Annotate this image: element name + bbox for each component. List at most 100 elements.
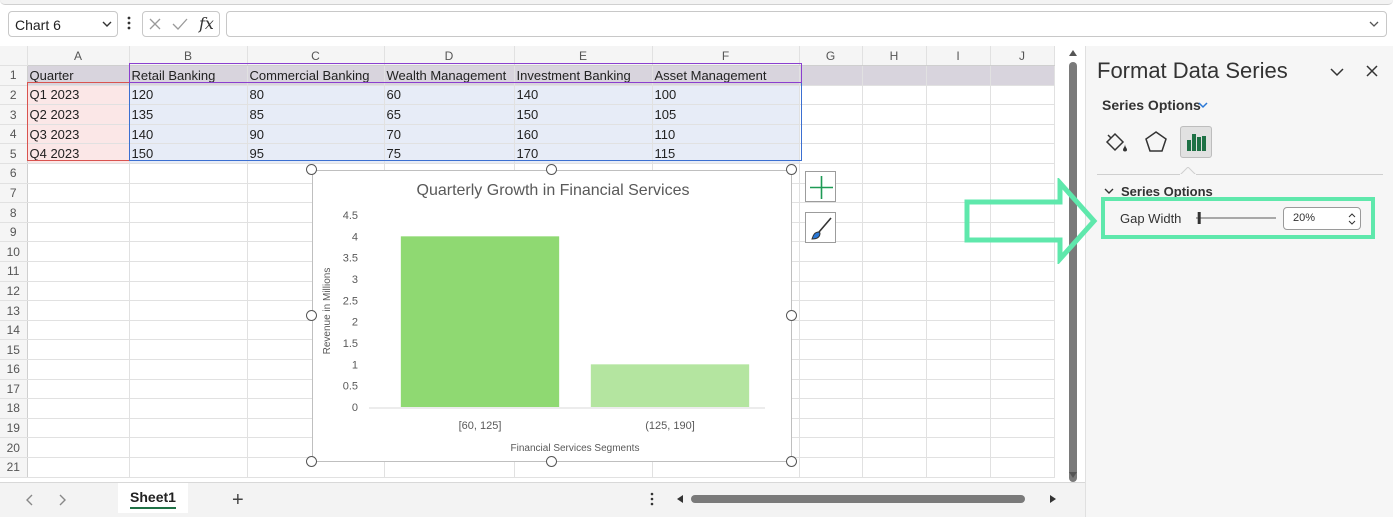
horizontal-scroll-thumb[interactable]: [691, 495, 1025, 503]
cell[interactable]: [926, 85, 991, 106]
cell[interactable]: Q2 2023: [27, 104, 130, 125]
cell[interactable]: [27, 281, 130, 302]
row-header[interactable]: 16: [0, 359, 28, 380]
column-header[interactable]: F: [652, 46, 800, 67]
cell[interactable]: [990, 339, 1055, 360]
row-header[interactable]: 19: [0, 418, 28, 439]
cell[interactable]: [129, 222, 248, 243]
cell[interactable]: [862, 222, 927, 243]
row-header[interactable]: 2: [0, 85, 28, 106]
chart-elements-button[interactable]: [805, 171, 836, 202]
resize-handle[interactable]: [306, 310, 317, 321]
chevron-down-icon[interactable]: [1329, 66, 1345, 78]
cell[interactable]: Asset Management: [652, 65, 800, 86]
more-options-icon[interactable]: [124, 15, 134, 31]
row-header[interactable]: 5: [0, 143, 28, 165]
cell[interactable]: [27, 222, 130, 243]
sheet-tab-sheet1[interactable]: Sheet1: [118, 483, 188, 513]
scroll-down-icon[interactable]: [1068, 471, 1078, 479]
cell[interactable]: [990, 300, 1055, 321]
cell[interactable]: [27, 183, 130, 204]
cell[interactable]: 140: [514, 85, 653, 106]
cell[interactable]: [926, 261, 991, 282]
cell[interactable]: [990, 85, 1055, 106]
series-options-dropdown[interactable]: Series Options: [1102, 97, 1201, 113]
section-collapse-icon[interactable]: [1104, 186, 1114, 196]
row-header[interactable]: 20: [0, 437, 28, 458]
row-header[interactable]: 17: [0, 379, 28, 400]
cell[interactable]: [926, 104, 991, 125]
resize-handle[interactable]: [306, 456, 317, 467]
cell[interactable]: [799, 65, 863, 86]
column-header[interactable]: B: [129, 46, 248, 67]
insert-function-button[interactable]: fx: [199, 14, 214, 33]
cell[interactable]: [27, 379, 130, 400]
cell[interactable]: 170: [514, 143, 653, 165]
next-sheet-icon[interactable]: [58, 493, 68, 507]
cell[interactable]: [862, 183, 927, 204]
column-header[interactable]: C: [247, 46, 385, 67]
cell[interactable]: [862, 241, 927, 263]
cell[interactable]: [799, 104, 863, 125]
cell[interactable]: [862, 281, 927, 302]
resize-handle[interactable]: [786, 310, 797, 321]
cell[interactable]: [862, 124, 927, 145]
cell[interactable]: [926, 359, 991, 380]
enter-check-icon[interactable]: [172, 17, 188, 31]
resize-handle[interactable]: [546, 456, 557, 467]
scroll-up-icon[interactable]: [1068, 49, 1078, 57]
vertical-scrollbar[interactable]: [1064, 46, 1082, 482]
resize-handle[interactable]: [786, 456, 797, 467]
cell[interactable]: [862, 359, 927, 380]
tab-split-handle-icon[interactable]: [649, 491, 655, 507]
cell[interactable]: [27, 418, 130, 439]
cell[interactable]: [129, 202, 248, 223]
cell[interactable]: [990, 65, 1055, 86]
cell[interactable]: [990, 104, 1055, 125]
cell[interactable]: [990, 143, 1055, 165]
row-header[interactable]: 3: [0, 104, 28, 125]
vertical-scroll-thumb[interactable]: [1069, 62, 1077, 482]
scroll-left-icon[interactable]: [675, 494, 684, 504]
cell[interactable]: [862, 320, 927, 341]
row-header[interactable]: 15: [0, 339, 28, 360]
cell[interactable]: [862, 85, 927, 106]
cell[interactable]: 140: [129, 124, 248, 145]
row-header[interactable]: 8: [0, 202, 28, 223]
cell[interactable]: [129, 437, 248, 458]
cell[interactable]: [990, 281, 1055, 302]
column-header[interactable]: H: [862, 46, 927, 67]
cell[interactable]: Investment Banking: [514, 65, 653, 86]
cell[interactable]: [27, 339, 130, 360]
fill-line-tab[interactable]: [1100, 126, 1132, 158]
effects-tab[interactable]: [1140, 126, 1172, 158]
cell[interactable]: Wealth Management: [384, 65, 515, 86]
row-header[interactable]: 13: [0, 300, 28, 321]
cell[interactable]: Commercial Banking: [247, 65, 385, 86]
cell[interactable]: Q3 2023: [27, 124, 130, 145]
row-header[interactable]: 6: [0, 163, 28, 184]
cell[interactable]: [862, 261, 927, 282]
cell[interactable]: [799, 320, 863, 341]
resize-handle[interactable]: [546, 164, 557, 175]
resize-handle[interactable]: [306, 164, 317, 175]
column-header[interactable]: E: [514, 46, 653, 67]
column-header[interactable]: G: [799, 46, 863, 67]
cell[interactable]: [990, 457, 1055, 478]
cell[interactable]: [862, 418, 927, 439]
row-header[interactable]: 9: [0, 222, 28, 243]
row-header[interactable]: 12: [0, 281, 28, 302]
cell[interactable]: [926, 398, 991, 419]
cell[interactable]: [926, 320, 991, 341]
cell[interactable]: [862, 398, 927, 419]
column-header[interactable]: A: [27, 46, 130, 67]
cell[interactable]: 100: [652, 85, 800, 106]
close-icon[interactable]: [1365, 64, 1379, 78]
cell[interactable]: [129, 320, 248, 341]
cell[interactable]: 115: [652, 143, 800, 165]
cell[interactable]: 90: [247, 124, 385, 145]
row-header[interactable]: 14: [0, 320, 28, 341]
add-sheet-button[interactable]: +: [232, 489, 244, 512]
cell[interactable]: 80: [247, 85, 385, 106]
cell[interactable]: [27, 437, 130, 458]
